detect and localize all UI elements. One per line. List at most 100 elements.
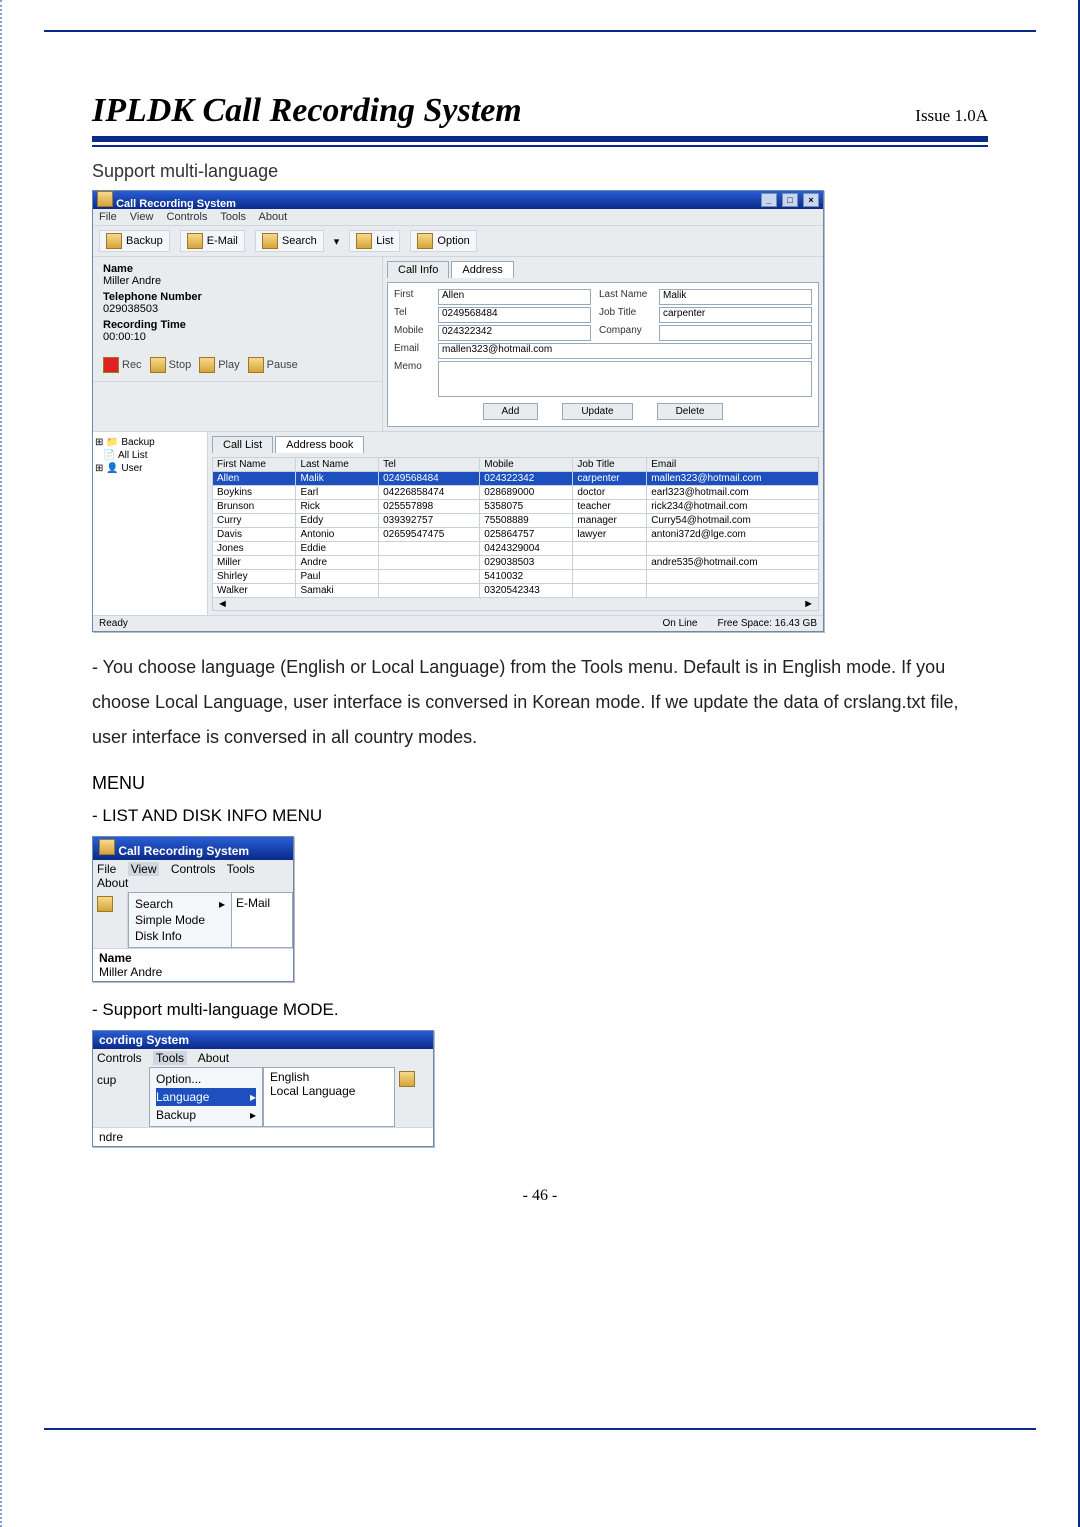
table-row[interactable]: BrunsonRick0255578985358075teacherrick23… [213, 500, 819, 514]
grid-header[interactable]: Mobile [480, 458, 573, 472]
menu-file[interactable]: File [99, 211, 117, 223]
tel-input[interactable]: 0249568484 [438, 307, 591, 323]
option-button[interactable]: Option [410, 230, 476, 252]
grid-header[interactable]: Job Title [573, 458, 647, 472]
menu-about[interactable]: About [97, 876, 128, 890]
table-row[interactable]: BoykinsEarl04226858474028689000doctorear… [213, 486, 819, 500]
menu-file[interactable]: File [97, 862, 116, 876]
tab-call-info[interactable]: Call Info [387, 261, 449, 278]
menu-controls[interactable]: Controls [171, 862, 216, 876]
list-button[interactable]: List [349, 230, 400, 252]
company-input[interactable] [659, 325, 812, 341]
email-button[interactable]: E-Mail [180, 230, 245, 252]
email-input[interactable]: mallen323@hotmail.com [438, 343, 812, 359]
grid-header[interactable]: Email [647, 458, 819, 472]
tools-backup[interactable]: Backup▸ [156, 1106, 256, 1124]
view-search[interactable]: Search▸ [135, 896, 225, 912]
address-grid[interactable]: First NameLast NameTelMobileJob TitleEma… [212, 457, 819, 598]
update-button[interactable]: Update [562, 403, 632, 420]
cell: Malik [296, 472, 379, 486]
cell: 025557898 [379, 500, 480, 514]
table-row[interactable]: DavisAntonio02659547475025864757lawyeran… [213, 528, 819, 542]
minimize-icon[interactable]: _ [761, 193, 777, 207]
play-button[interactable]: Play [199, 357, 239, 373]
window-controls[interactable]: _ □ × [759, 193, 819, 207]
cell: 025864757 [480, 528, 573, 542]
memo-input[interactable] [438, 361, 812, 397]
table-row[interactable]: MillerAndre029038503andre535@hotmail.com [213, 556, 819, 570]
language-submenu[interactable]: English Local Language [263, 1067, 395, 1127]
backup-button[interactable]: Backup [99, 230, 170, 252]
view-simple-mode[interactable]: Simple Mode [135, 912, 225, 928]
menu-view[interactable]: View [130, 211, 154, 223]
cell [379, 556, 480, 570]
cell: Brunson [213, 500, 296, 514]
menu-about[interactable]: About [198, 1051, 229, 1065]
scroll-right-icon[interactable]: ► [799, 598, 818, 610]
table-row[interactable]: JonesEddie0424329004 [213, 542, 819, 556]
tab-call-list[interactable]: Call List [212, 436, 273, 453]
tab-address-book[interactable]: Address book [275, 436, 364, 453]
cell: earl323@hotmail.com [647, 486, 819, 500]
table-row[interactable]: WalkerSamaki0320542343 [213, 584, 819, 598]
email-sidebutton[interactable]: E-Mail [231, 892, 293, 948]
name-value: Miller Andre [103, 275, 372, 287]
menu-view[interactable]: View [128, 862, 160, 876]
lastname-input[interactable]: Malik [659, 289, 812, 305]
tree-user[interactable]: ⊞ 👤 User [95, 462, 205, 475]
rec-button[interactable]: Rec [103, 357, 142, 373]
grid-header[interactable]: Tel [379, 458, 480, 472]
cell [647, 584, 819, 598]
cell: Curry54@hotmail.com [647, 514, 819, 528]
view-dropdown[interactable]: Search▸ Simple Mode Disk Info [128, 892, 232, 948]
add-button[interactable]: Add [483, 403, 539, 420]
dropdown-arrow-icon[interactable]: ▾ [334, 235, 340, 248]
tab-address[interactable]: Address [451, 261, 513, 278]
first-input[interactable]: Allen [438, 289, 591, 305]
menu-controls[interactable]: Controls [97, 1051, 142, 1065]
jobtitle-label: Job Title [599, 307, 659, 323]
menu-tools[interactable]: Tools [220, 211, 246, 223]
grid-header[interactable]: First Name [213, 458, 296, 472]
name-label: Name [103, 263, 133, 275]
mobile-input[interactable]: 024322342 [438, 325, 591, 341]
cell: 04226858474 [379, 486, 480, 500]
menu-tools[interactable]: Tools [153, 1051, 187, 1065]
mini1-menubar[interactable]: File View Controls Tools About [93, 860, 293, 892]
cell: Walker [213, 584, 296, 598]
language-local[interactable]: Local Language [270, 1084, 388, 1098]
language-english[interactable]: English [270, 1070, 388, 1084]
tree-view[interactable]: ⊞ 📁 Backup 📄 All List ⊞ 👤 User [93, 432, 208, 615]
grid-header[interactable]: Last Name [296, 458, 379, 472]
pause-button[interactable]: Pause [248, 357, 298, 373]
mobile-label: Mobile [394, 325, 438, 341]
maximize-icon[interactable]: □ [782, 193, 798, 207]
cell: Boykins [213, 486, 296, 500]
table-row[interactable]: CurryEddy03939275775508889managerCurry54… [213, 514, 819, 528]
menu-about[interactable]: About [258, 211, 287, 223]
view-disk-info[interactable]: Disk Info [135, 928, 225, 944]
memo-label: Memo [394, 361, 438, 397]
table-row[interactable]: AllenMalik0249568484024322342carpenterma… [213, 472, 819, 486]
menu-controls[interactable]: Controls [167, 211, 208, 223]
table-row[interactable]: ShirleyPaul5410032 [213, 570, 819, 584]
cell [573, 570, 647, 584]
scroll-left-icon[interactable]: ◄ [213, 598, 232, 610]
close-icon[interactable]: × [803, 193, 819, 207]
jobtitle-input[interactable]: carpenter [659, 307, 812, 323]
search-button[interactable]: Search [255, 230, 324, 252]
tools-option[interactable]: Option... [156, 1070, 256, 1088]
cell: carpenter [573, 472, 647, 486]
tree-backup[interactable]: ⊞ 📁 Backup [95, 436, 205, 449]
menubar[interactable]: File View Controls Tools About [93, 209, 823, 225]
option-icon [417, 233, 433, 249]
menu-tools[interactable]: Tools [227, 862, 255, 876]
cell [647, 570, 819, 584]
tools-language[interactable]: Language▸ [156, 1088, 256, 1106]
delete-button[interactable]: Delete [657, 403, 724, 420]
mini2-menubar[interactable]: Controls Tools About [93, 1049, 433, 1067]
cell: Eddy [296, 514, 379, 528]
tree-all-list[interactable]: 📄 All List [95, 449, 205, 462]
stop-button[interactable]: Stop [150, 357, 192, 373]
tools-dropdown[interactable]: Option... Language▸ Backup▸ [149, 1067, 263, 1127]
